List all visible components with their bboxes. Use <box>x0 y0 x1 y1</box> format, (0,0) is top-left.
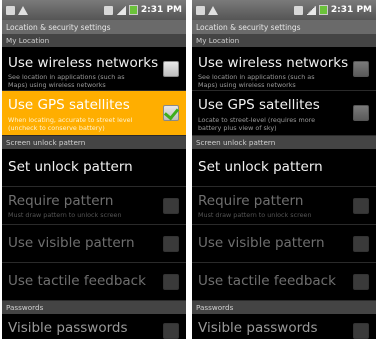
visible-passwords-row[interactable]: Visible passwords <box>192 314 376 339</box>
sim-icon <box>293 5 303 15</box>
section-my-location: My Location <box>2 34 186 47</box>
use-wireless-networks-row[interactable]: Use wireless networks See location in ap… <box>2 47 186 91</box>
visible-pattern-row: Use visible pattern <box>192 225 376 263</box>
row-summary: See location in applications (such as Ma… <box>198 73 315 89</box>
usb-icon <box>196 5 205 15</box>
row-title: Use visible pattern <box>198 235 325 251</box>
battery-icon <box>128 5 138 15</box>
warning-icon <box>18 5 28 15</box>
tactile-feedback-checkbox <box>353 274 369 290</box>
phone-screen-left: 2:31 PM Location & security settings My … <box>2 0 186 339</box>
signal-icon <box>115 5 126 15</box>
status-bar: 2:31 PM <box>2 0 186 20</box>
screen-title: Location & security settings <box>192 20 376 34</box>
tactile-feedback-checkbox <box>163 274 179 290</box>
row-title: Visible passwords <box>8 320 128 336</box>
row-title: Use GPS satellites <box>8 97 130 113</box>
row-title: Use tactile feedback <box>198 273 336 289</box>
status-bar: 2:31 PM <box>192 0 376 20</box>
tactile-feedback-row: Use tactile feedback <box>2 263 186 301</box>
section-screen-unlock: Screen unlock pattern <box>2 136 186 149</box>
row-title: Use wireless networks <box>198 55 349 71</box>
phone-screen-right: 2:31 PM Location & security settings My … <box>192 0 376 339</box>
visible-passwords-checkbox[interactable] <box>163 323 179 339</box>
set-unlock-pattern-row[interactable]: Set unlock pattern <box>2 149 186 187</box>
status-time: 2:31 PM <box>330 5 372 15</box>
row-title: Use visible pattern <box>8 235 135 251</box>
visible-passwords-checkbox[interactable] <box>353 323 369 339</box>
signal-icon <box>305 5 316 15</box>
row-title: Use wireless networks <box>8 55 159 71</box>
usb-icon <box>6 5 15 15</box>
row-summary: Locate to street-level (requires more ba… <box>198 116 316 132</box>
gps-checkbox[interactable] <box>353 105 369 121</box>
visible-pattern-checkbox <box>353 236 369 252</box>
tactile-feedback-row: Use tactile feedback <box>192 263 376 301</box>
row-title: Require pattern <box>8 193 114 209</box>
require-pattern-row: Require pattern Must draw pattern to unl… <box>2 187 186 225</box>
screen-title: Location & security settings <box>2 20 186 34</box>
row-title: Set unlock pattern <box>198 159 323 175</box>
sim-icon <box>103 5 113 15</box>
require-pattern-checkbox <box>353 198 369 214</box>
row-title: Require pattern <box>198 193 304 209</box>
row-summary: Must draw pattern to unlock screen <box>8 211 122 219</box>
row-summary: When locating, accurate to street level … <box>8 116 133 132</box>
use-gps-satellites-row[interactable]: Use GPS satellites Locate to street-leve… <box>192 91 376 136</box>
require-pattern-checkbox <box>163 198 179 214</box>
use-wireless-networks-row[interactable]: Use wireless networks See location in ap… <box>192 47 376 91</box>
visible-pattern-checkbox <box>163 236 179 252</box>
wireless-checkbox[interactable] <box>163 61 179 77</box>
section-screen-unlock: Screen unlock pattern <box>192 136 376 149</box>
gps-checkbox[interactable] <box>163 104 180 121</box>
row-summary: Must draw pattern to unlock screen <box>198 211 312 219</box>
visible-passwords-row[interactable]: Visible passwords <box>2 314 186 339</box>
row-title: Set unlock pattern <box>8 159 133 175</box>
warning-icon <box>208 5 218 15</box>
row-summary: See location in applications (such as Ma… <box>8 73 125 89</box>
use-gps-satellites-row[interactable]: Use GPS satellites When locating, accura… <box>2 91 186 136</box>
visible-pattern-row: Use visible pattern <box>2 225 186 263</box>
row-title: Use tactile feedback <box>8 273 146 289</box>
set-unlock-pattern-row[interactable]: Set unlock pattern <box>192 149 376 187</box>
section-my-location: My Location <box>192 34 376 47</box>
section-passwords: Passwords <box>2 301 186 314</box>
battery-icon <box>318 5 328 15</box>
require-pattern-row: Require pattern Must draw pattern to unl… <box>192 187 376 225</box>
section-passwords: Passwords <box>192 301 376 314</box>
wireless-checkbox[interactable] <box>353 61 369 77</box>
checkmark-icon <box>163 104 180 121</box>
row-title: Use GPS satellites <box>198 97 320 113</box>
status-time: 2:31 PM <box>140 5 182 15</box>
row-title: Visible passwords <box>198 320 318 336</box>
